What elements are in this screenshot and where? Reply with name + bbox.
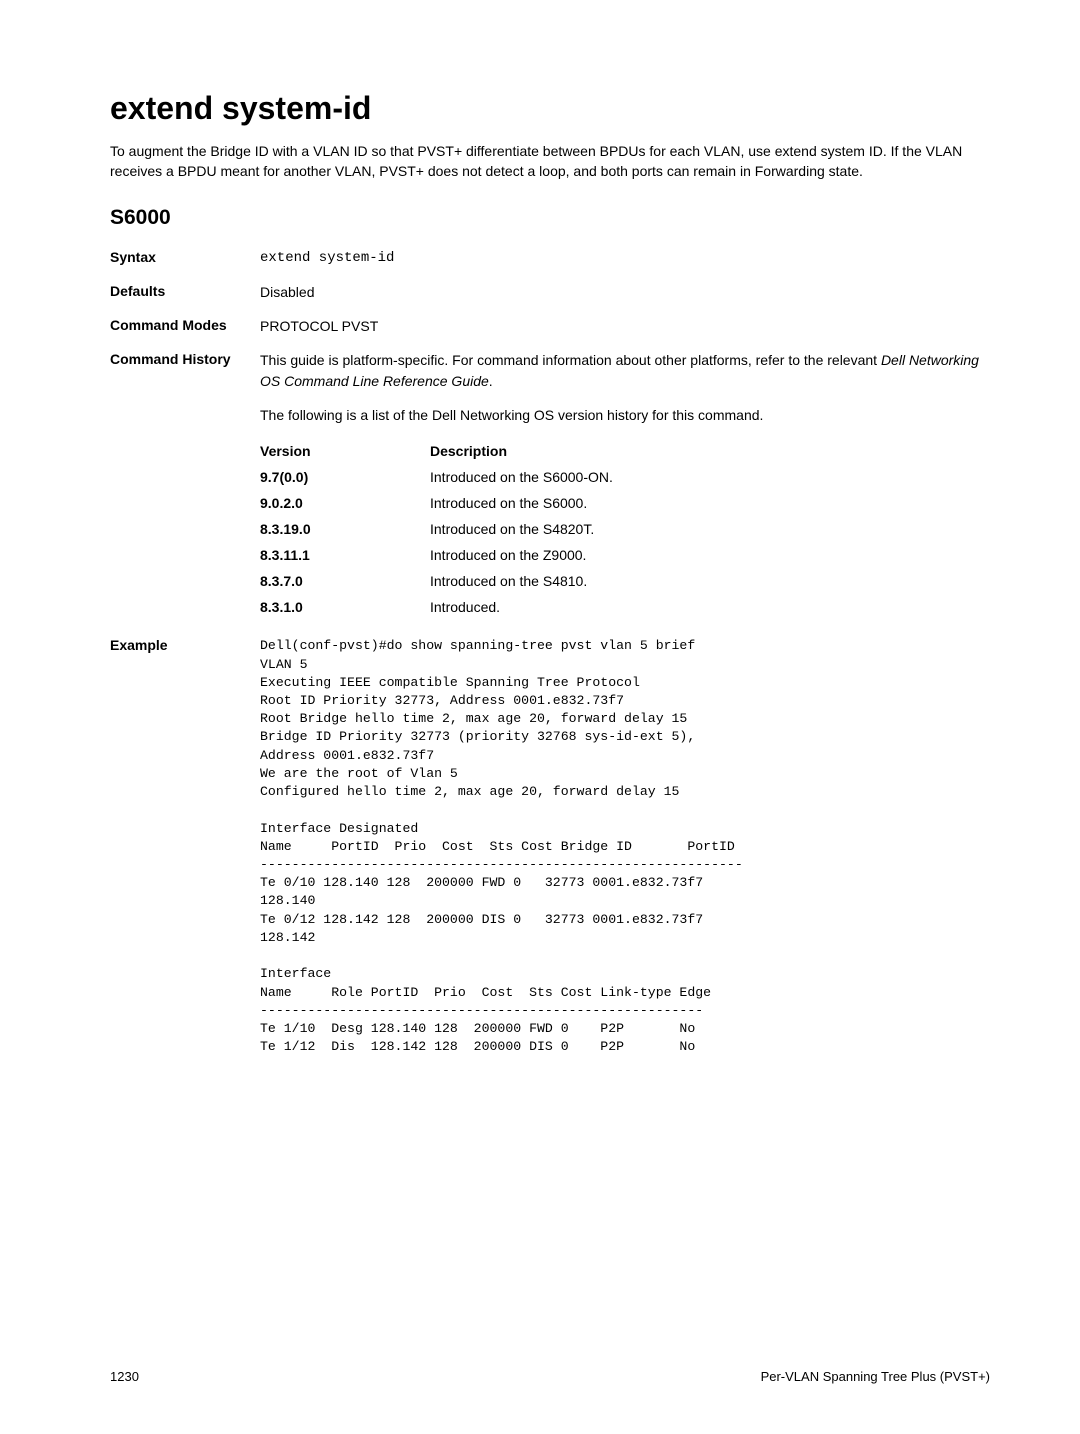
intro-paragraph: To augment the Bridge ID with a VLAN ID … — [110, 141, 990, 182]
version-num: 8.3.1.0 — [260, 599, 430, 615]
page-footer: 1230 Per-VLAN Spanning Tree Plus (PVST+) — [110, 1369, 990, 1384]
modes-label: Command Modes — [110, 316, 260, 336]
history-para2: The following is a list of the Dell Netw… — [260, 405, 990, 425]
history-label: Command History — [110, 350, 260, 425]
version-num: 8.3.11.1 — [260, 547, 430, 563]
defaults-label: Defaults — [110, 282, 260, 302]
defaults-row: Defaults Disabled — [110, 282, 990, 302]
example-row: Example Dell(conf-pvst)#do show spanning… — [110, 637, 990, 1056]
version-desc: Introduced on the Z9000. — [430, 547, 586, 563]
history-row: Command History This guide is platform-s… — [110, 350, 990, 425]
version-header: Version Description — [260, 443, 990, 459]
version-desc: Introduced on the S6000. — [430, 495, 587, 511]
modes-row: Command Modes PROTOCOL PVST — [110, 316, 990, 336]
version-header-col2: Description — [430, 443, 507, 459]
version-desc: Introduced on the S4820T. — [430, 521, 594, 537]
version-num: 9.7(0.0) — [260, 469, 430, 485]
example-output: Dell(conf-pvst)#do show spanning-tree pv… — [260, 637, 743, 1056]
version-num: 8.3.19.0 — [260, 521, 430, 537]
version-num: 9.0.2.0 — [260, 495, 430, 511]
footer-section-title: Per-VLAN Spanning Tree Plus (PVST+) — [761, 1369, 990, 1384]
modes-value: PROTOCOL PVST — [260, 316, 990, 336]
version-row: 9.0.2.0 Introduced on the S6000. — [260, 495, 990, 511]
history-para1: This guide is platform-specific. For com… — [260, 350, 990, 391]
page-title: extend system-id — [110, 90, 990, 127]
version-table: Version Description 9.7(0.0) Introduced … — [260, 443, 990, 615]
defaults-value: Disabled — [260, 282, 990, 302]
subheading: S6000 — [110, 206, 990, 230]
version-desc: Introduced on the S4810. — [430, 573, 587, 589]
version-desc: Introduced. — [430, 599, 500, 615]
example-label: Example — [110, 637, 260, 1056]
syntax-value: extend system-id — [260, 248, 990, 268]
version-desc: Introduced on the S6000-ON. — [430, 469, 613, 485]
syntax-row: Syntax extend system-id — [110, 248, 990, 268]
version-num: 8.3.7.0 — [260, 573, 430, 589]
footer-page-number: 1230 — [110, 1369, 139, 1384]
version-row: 8.3.11.1 Introduced on the Z9000. — [260, 547, 990, 563]
history-value: This guide is platform-specific. For com… — [260, 350, 990, 425]
version-row: 8.3.1.0 Introduced. — [260, 599, 990, 615]
version-row: 9.7(0.0) Introduced on the S6000-ON. — [260, 469, 990, 485]
version-header-col1: Version — [260, 443, 430, 459]
version-row: 8.3.7.0 Introduced on the S4810. — [260, 573, 990, 589]
syntax-label: Syntax — [110, 248, 260, 268]
version-row: 8.3.19.0 Introduced on the S4820T. — [260, 521, 990, 537]
